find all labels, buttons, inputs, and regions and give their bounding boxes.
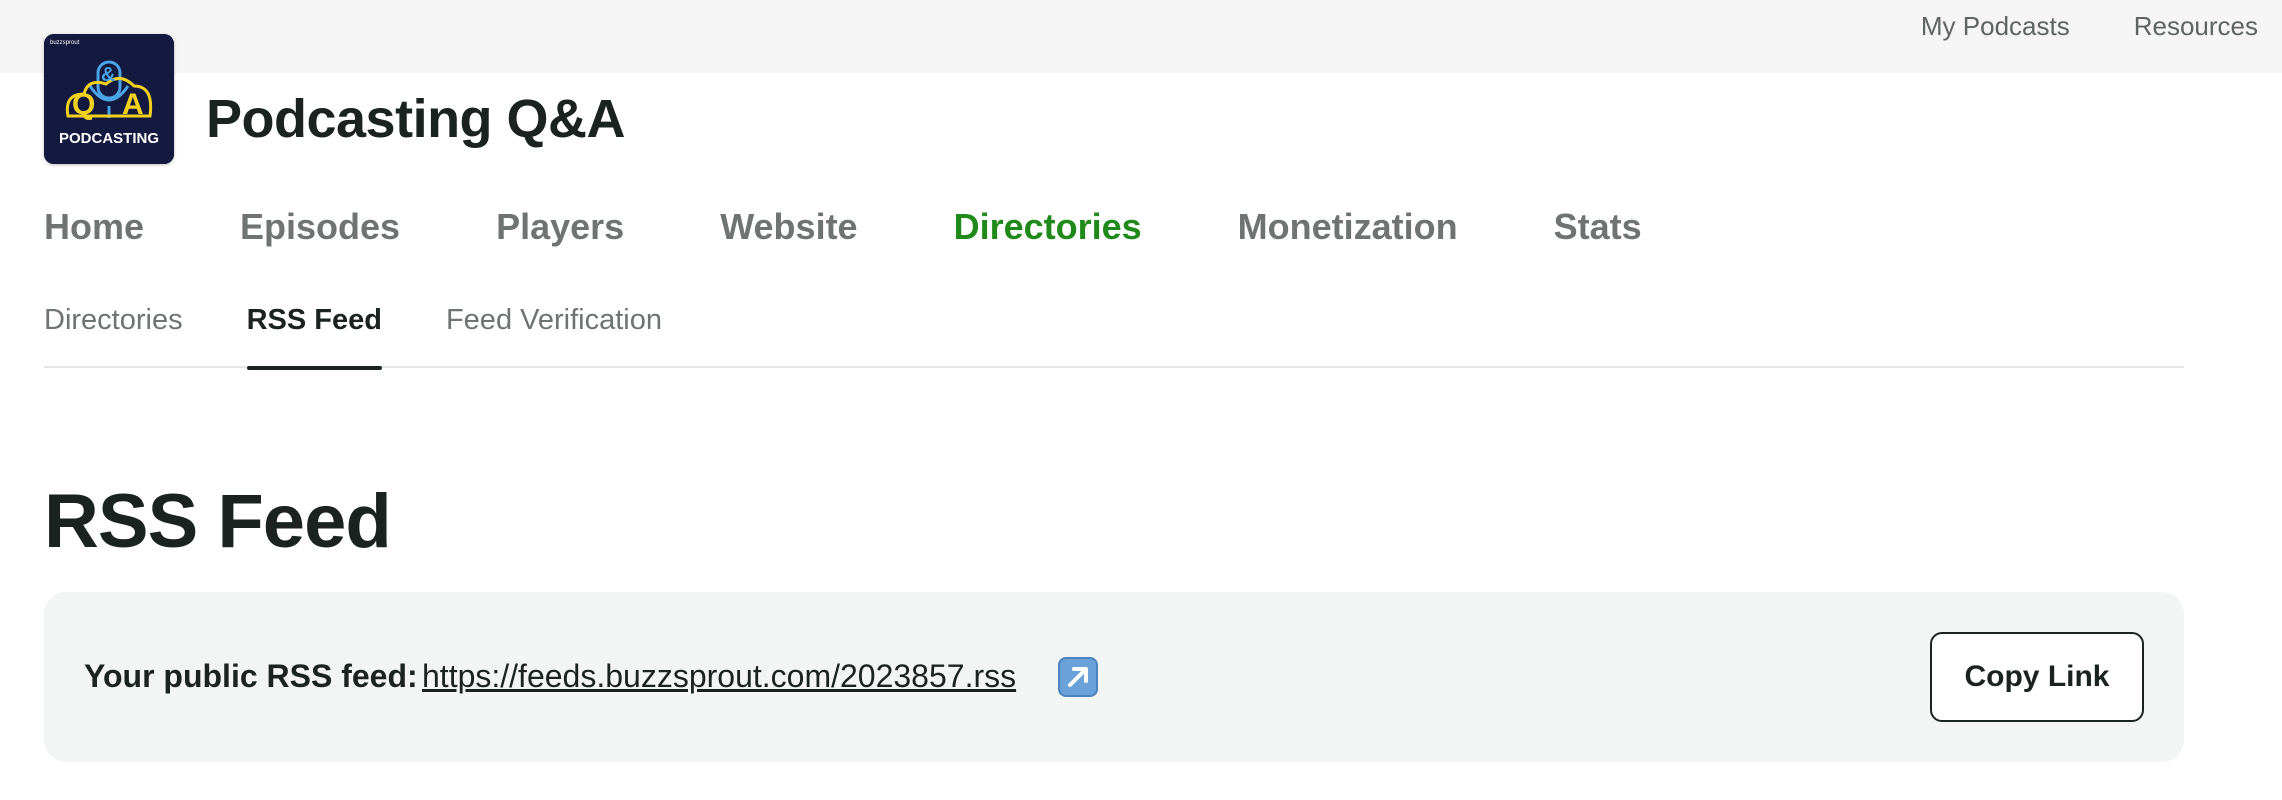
copy-link-button[interactable]: Copy Link bbox=[1930, 632, 2144, 722]
logo-letter-q: Q bbox=[72, 88, 95, 121]
logo-tag: buzzsprout bbox=[50, 40, 80, 46]
main-nav-home[interactable]: Home bbox=[44, 206, 144, 248]
sub-nav-rss-feed[interactable]: RSS Feed bbox=[246, 298, 383, 370]
rss-feed-label: Your public RSS feed: bbox=[84, 658, 418, 694]
main-nav-episodes[interactable]: Episodes bbox=[240, 206, 400, 248]
top-nav-my-podcasts[interactable]: My Podcasts bbox=[1921, 11, 2070, 42]
main-nav-monetization[interactable]: Monetization bbox=[1238, 206, 1458, 248]
podcast-cover-art-icon: buzzsprout Q & A PODCASTING bbox=[44, 34, 174, 164]
logo-ampersand: & bbox=[101, 64, 115, 86]
logo-letter-a: A bbox=[122, 88, 144, 121]
sub-nav-feed-verification[interactable]: Feed Verification bbox=[446, 298, 662, 368]
logo-caption: PODCASTING bbox=[59, 130, 159, 147]
podcast-logo[interactable]: buzzsprout Q & A PODCASTING bbox=[44, 34, 174, 164]
rss-feed-panel: Your public RSS feed: https://feeds.buzz… bbox=[44, 592, 2184, 762]
top-nav-resources[interactable]: Resources bbox=[2134, 11, 2258, 42]
external-link-arrow-icon[interactable] bbox=[1058, 657, 1098, 697]
main-nav-website[interactable]: Website bbox=[720, 206, 857, 248]
main-nav-directories[interactable]: Directories bbox=[954, 206, 1142, 248]
top-bar: My Podcasts Resources bbox=[0, 0, 2282, 73]
podcast-title: Podcasting Q&A bbox=[206, 89, 626, 149]
main-nav-stats[interactable]: Stats bbox=[1554, 206, 1642, 248]
main-nav: Home Episodes Players Website Directorie… bbox=[44, 206, 1642, 248]
top-nav: My Podcasts Resources bbox=[1921, 11, 2258, 42]
sub-nav-directories[interactable]: Directories bbox=[44, 298, 183, 368]
page-heading: RSS Feed bbox=[44, 479, 392, 564]
rss-feed-url-link[interactable]: https://feeds.buzzsprout.com/2023857.rss bbox=[422, 658, 1016, 695]
main-nav-players[interactable]: Players bbox=[496, 206, 624, 248]
sub-nav: Directories RSS Feed Feed Verification bbox=[44, 298, 2184, 370]
